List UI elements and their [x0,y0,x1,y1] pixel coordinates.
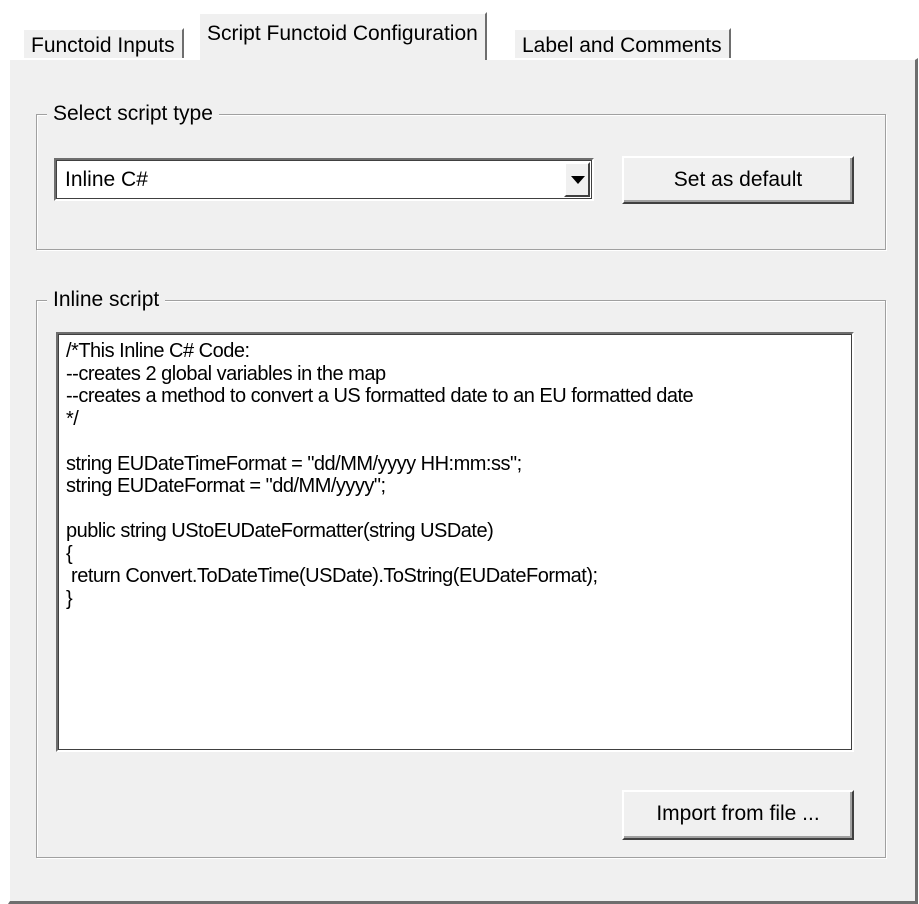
dropdown-arrow-button[interactable] [564,162,590,197]
script-type-value: Inline C# [65,168,148,191]
chevron-down-icon [571,176,585,184]
inline-script-editor[interactable]: /*This Inline C# Code: --creates 2 globa… [56,332,854,752]
script-functoid-dialog: Functoid Inputs Script Functoid Configur… [0,0,919,904]
inline-script-code: /*This Inline C# Code: --creates 2 globa… [66,340,694,610]
set-as-default-label: Set as default [673,168,803,191]
tab-functoid-inputs[interactable]: Functoid Inputs [22,28,184,61]
inline-script-legend: Inline script [47,286,166,314]
select-script-type-legend: Select script type [47,100,219,128]
import-from-file-label: Import from file ... [656,802,820,825]
script-type-select[interactable]: Inline C# [54,158,594,201]
set-as-default-button[interactable]: Set as default [622,156,854,204]
tab-script-functoid-configuration[interactable]: Script Functoid Configuration [198,12,487,60]
tab-label-and-comments[interactable]: Label and Comments [513,28,731,61]
tab-panel: Select script type Inline C# Set as defa… [8,58,918,904]
import-from-file-button[interactable]: Import from file ... [622,790,854,840]
